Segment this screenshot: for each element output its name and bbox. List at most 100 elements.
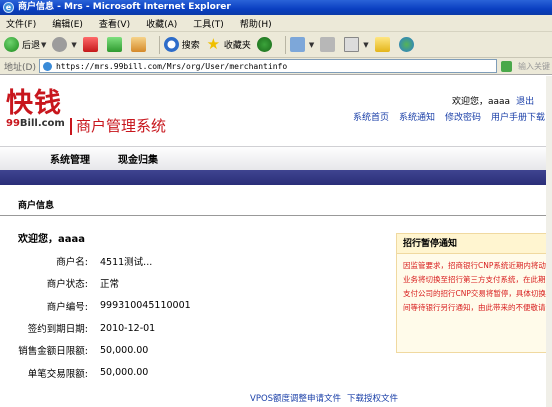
field-value: 50,000.00 xyxy=(100,344,149,356)
address-label: 地址(D) xyxy=(4,62,36,73)
logo-99: 99 xyxy=(6,118,20,129)
toolbar-divider xyxy=(158,35,160,54)
section-header: 商户信息 xyxy=(0,194,552,216)
go-icon[interactable] xyxy=(500,60,512,72)
logout-link[interactable]: 退出 xyxy=(516,97,534,107)
field-label: 单笔交易限额: xyxy=(27,368,88,380)
link-home[interactable]: 系统首页 xyxy=(353,110,389,123)
forward-arrow-icon xyxy=(52,37,68,52)
stop-icon xyxy=(82,37,98,52)
favorites-label: 收藏夹 xyxy=(223,41,251,51)
merchant-welcome: 欢迎您，aaaa xyxy=(18,234,85,245)
header-links: 系统首页 系统通知 修改密码 用户手册下载 xyxy=(353,110,545,123)
logo-main: 快钱 xyxy=(6,88,62,119)
field-value: 2010-12-01 xyxy=(100,322,156,334)
field-label: 商户状态: xyxy=(46,279,88,291)
print-icon xyxy=(320,37,336,52)
menu-bar: 文件(F) 编辑(E) 查看(V) 收藏(A) 工具(T) 帮助(H) xyxy=(0,15,552,32)
field-value: 正常 xyxy=(100,279,120,291)
authorization-download-link[interactable]: 下载授权文件 xyxy=(347,394,398,404)
chevron-down-icon[interactable]: ▼ xyxy=(71,41,76,49)
header-welcome: 欢迎您，aaaa 退出 xyxy=(452,94,534,107)
address-bar: 地址(D) https://mrs.99bill.com/Mrs/org/Use… xyxy=(0,58,552,75)
logo-subtext: 99Bill.com xyxy=(6,118,65,129)
history-icon xyxy=(256,37,272,52)
field-label: 销售金额日限额: xyxy=(18,346,88,358)
field-label: 商户编号: xyxy=(46,301,88,313)
section-title: 商户信息 xyxy=(18,201,55,211)
print-button[interactable] xyxy=(320,37,338,52)
info-row: 商户状态: 正常 xyxy=(10,272,191,294)
info-row: 商户编号: 999310045110001 xyxy=(10,295,191,317)
search-icon xyxy=(163,37,179,52)
browser-toolbar: 后退 ▼ ▼ 搜索 ★ 收藏夹 ▼ ▼ xyxy=(0,32,552,58)
nav-accent-bar xyxy=(0,170,552,185)
info-row: 单笔交易限额: 50,000.00 xyxy=(10,361,191,383)
field-label: 签约到期日期: xyxy=(27,324,88,336)
edit-icon xyxy=(344,37,360,52)
info-row: 签约到期日期: 2010-12-01 xyxy=(10,317,191,339)
notice-line: 间等待银行另行通知，由此带来的不便敬请 xyxy=(403,303,546,312)
mail-button[interactable]: ▼ xyxy=(289,37,314,52)
refresh-button[interactable] xyxy=(106,37,125,52)
logo-com: .com xyxy=(37,118,65,129)
edit-button[interactable]: ▼ xyxy=(344,37,369,52)
messenger-button[interactable] xyxy=(398,37,417,52)
star-icon: ★ xyxy=(206,35,221,53)
chevron-down-icon[interactable]: ▼ xyxy=(309,41,314,49)
notice-line: 业务将切换至招行第三方支付系统，在此期 xyxy=(403,275,546,284)
field-label: 商户名: xyxy=(56,257,88,269)
nav-cash-pooling[interactable]: 现金归集 xyxy=(118,151,158,166)
address-hint: 输入关键 xyxy=(517,61,550,71)
menu-favorites[interactable]: 收藏(A) xyxy=(146,17,177,30)
notice-line: 支付公司的招行CNP交易将暂停，具体切换 xyxy=(403,289,546,298)
back-button[interactable]: 后退 ▼ xyxy=(4,37,46,52)
forward-button[interactable]: ▼ xyxy=(52,37,77,52)
page-content: 快钱 99Bill.com 商户管理系统 欢迎您，aaaa 退出 系统首页 系统通… xyxy=(0,76,552,407)
folder-button[interactable] xyxy=(374,37,393,52)
info-row: 商户名: 4511测试... xyxy=(10,250,191,272)
menu-tools[interactable]: 工具(T) xyxy=(193,17,224,30)
logo-bill: Bill xyxy=(19,118,38,129)
menu-view[interactable]: 查看(V) xyxy=(99,17,130,30)
link-change-password[interactable]: 修改密码 xyxy=(445,110,481,123)
window-titlebar: e 商户信息 - Mrs - Microsoft Internet Explor… xyxy=(0,0,552,15)
field-value: 50,000.00 xyxy=(100,367,149,379)
notice-line: 因监管要求，招商银行CNP系统近期内将动 xyxy=(403,261,546,270)
favorites-button[interactable]: ★ 收藏夹 xyxy=(206,37,251,52)
vpos-limit-link[interactable]: VPOS额度调整申请文件 xyxy=(250,394,341,404)
home-icon xyxy=(130,37,146,52)
notice-body: 因监管要求，招商银行CNP系统近期内将动 业务将切换至招行第三方支付系统，在此期… xyxy=(397,254,552,315)
notice-panel: 招行暂停通知 因监管要求，招商银行CNP系统近期内将动 业务将切换至招行第三方支… xyxy=(396,233,552,353)
field-value: 999310045110001 xyxy=(100,300,191,312)
window-title: 商户信息 - Mrs - Microsoft Internet Explorer xyxy=(18,2,231,12)
folder-icon xyxy=(374,37,390,52)
header-welcome-text: 欢迎您，aaaa xyxy=(452,97,511,107)
search-label: 搜索 xyxy=(181,41,200,51)
menu-edit[interactable]: 编辑(E) xyxy=(52,17,83,30)
link-notices[interactable]: 系统通知 xyxy=(399,110,435,123)
address-input[interactable]: https://mrs.99bill.com/Mrs/org/User/merc… xyxy=(38,59,497,73)
back-label: 后退 xyxy=(22,41,41,51)
footer-links: VPOS额度调整申请文件 下载授权文件 xyxy=(250,392,404,404)
back-arrow-icon xyxy=(4,37,19,52)
merchant-info: 商户名: 4511测试... 商户状态: 正常 商户编号: 9993100451100… xyxy=(10,250,191,384)
chevron-down-icon[interactable]: ▼ xyxy=(41,41,46,49)
system-title: 商户管理系统 xyxy=(70,118,166,135)
mail-icon xyxy=(289,37,305,52)
address-url: https://mrs.99bill.com/Mrs/org/User/merc… xyxy=(55,61,288,71)
menu-file[interactable]: 文件(F) xyxy=(6,17,36,30)
link-manual-download[interactable]: 用户手册下载 xyxy=(491,110,545,123)
menu-help[interactable]: 帮助(H) xyxy=(240,17,272,30)
history-button[interactable] xyxy=(256,37,275,52)
notice-title: 招行暂停通知 xyxy=(397,234,552,254)
home-button[interactable] xyxy=(130,37,149,52)
chevron-down-icon[interactable]: ▼ xyxy=(363,41,368,49)
nav-system-management[interactable]: 系统管理 xyxy=(50,151,90,166)
logo[interactable]: 快钱 99Bill.com xyxy=(6,88,65,130)
search-button[interactable]: 搜索 xyxy=(163,37,200,52)
scrollbar[interactable] xyxy=(546,76,552,407)
field-value: 4511测试... xyxy=(100,257,153,269)
stop-button[interactable] xyxy=(82,37,101,52)
page-icon xyxy=(42,61,52,71)
